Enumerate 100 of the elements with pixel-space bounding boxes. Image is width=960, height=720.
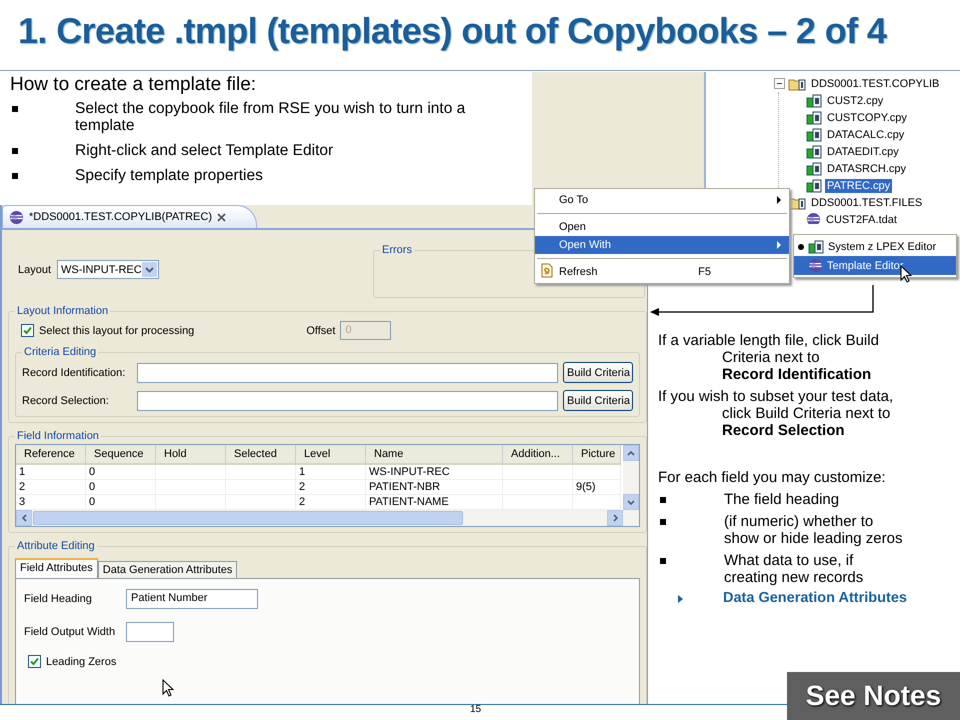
table-cell xyxy=(226,465,296,480)
tab[interactable]: Field Attributes xyxy=(15,558,98,578)
table-cell: 2 xyxy=(16,480,86,495)
scrollbar-thumb[interactable] xyxy=(33,511,463,525)
menu-item[interactable]: Refresh F5 xyxy=(535,263,789,281)
column-header[interactable]: Picture xyxy=(573,445,621,465)
bullet-icon xyxy=(12,173,18,179)
tab[interactable]: Data Generation Attributes xyxy=(98,561,238,578)
table-cell: 2 xyxy=(296,480,366,495)
scroll-right-button[interactable] xyxy=(607,510,623,526)
file-icon xyxy=(808,240,824,254)
tree-item[interactable]: DATASRCH.cpy xyxy=(825,162,908,176)
table-cell: 1 xyxy=(16,465,86,480)
column-header[interactable]: Addition... xyxy=(503,445,573,465)
editor-icon xyxy=(9,210,24,224)
refresh-icon xyxy=(540,263,554,278)
triangle-bullet-icon xyxy=(678,594,683,602)
field-label: Field Heading xyxy=(24,593,93,605)
field-label: Record Identification: xyxy=(22,366,126,378)
build-criteria-button[interactable]: Build Criteria xyxy=(563,390,633,411)
table-cell: 1 xyxy=(296,465,366,480)
checkbox-label: Leading Zeros xyxy=(46,656,116,668)
scroll-up-button[interactable] xyxy=(623,445,639,461)
group-title: Layout Information xyxy=(16,305,110,317)
menu-item[interactable]: Open With xyxy=(535,236,789,254)
folder-icon xyxy=(788,196,806,210)
table-cell xyxy=(573,465,621,480)
folder-icon xyxy=(788,76,806,90)
tree-item[interactable]: DATACALC.cpy xyxy=(825,128,906,142)
tree-item[interactable]: CUST2FA.tdat xyxy=(824,212,899,224)
field-label: Record Selection: xyxy=(22,394,110,406)
close-icon[interactable] xyxy=(216,212,226,222)
tree-item[interactable]: DATAEDIT.cpy xyxy=(825,144,901,158)
bullet-icon xyxy=(660,558,666,564)
field-label: Layout xyxy=(18,264,52,276)
tree-item[interactable]: DDS0001.TEST.COPYLIB xyxy=(809,76,942,90)
slide-title: 1. Create .tmpl (templates) out of Copybooks – 2 of 4 xyxy=(18,10,886,52)
globe-icon xyxy=(808,258,823,273)
column-header[interactable]: Level xyxy=(296,445,366,465)
intro-heading: How to create a template file: xyxy=(10,74,258,96)
bullet-text: Specify template properties xyxy=(75,167,263,184)
scroll-left-button[interactable] xyxy=(16,510,32,526)
menu-item[interactable]: Template Editor xyxy=(794,256,956,275)
menu-item[interactable]: System z LPEX Editor xyxy=(794,237,956,256)
column-header[interactable]: Hold xyxy=(156,445,226,465)
note-text: If a variable length file, click Build Criteria next to Record Identification xyxy=(658,332,880,383)
tree-item[interactable]: CUST2.cpy xyxy=(825,94,886,108)
scroll-down-button[interactable] xyxy=(623,494,639,510)
group-title: Criteria Editing xyxy=(23,346,98,358)
tree-item[interactable]: PATREC.cpy xyxy=(825,178,892,192)
input-field[interactable] xyxy=(137,390,558,410)
editor-tab[interactable]: *DDS0001.TEST.COPYLIB(PATREC) xyxy=(2,205,257,228)
tree-item[interactable]: DDS0001.TEST.FILES xyxy=(809,196,924,210)
sub-bullet-text: Data Generation Attributes xyxy=(723,590,907,607)
tree-item[interactable]: CUSTCOPY.cpy xyxy=(825,110,909,124)
table-cell: 0 xyxy=(86,480,156,495)
tab-title: *DDS0001.TEST.COPYLIB(PATREC) xyxy=(29,211,212,223)
bullet-icon xyxy=(660,519,666,525)
file-icon xyxy=(806,128,822,142)
horizontal-scrollbar[interactable] xyxy=(16,510,639,526)
pointer-cursor-icon xyxy=(162,679,174,697)
table-cell: 0 xyxy=(86,465,156,480)
table-cell: WS-INPUT-REC xyxy=(366,465,503,480)
column-header[interactable]: Reference xyxy=(16,445,86,465)
see-notes-badge: See Notes xyxy=(787,672,960,720)
field-label: Field Output Width xyxy=(24,626,116,638)
column-header[interactable]: Sequence xyxy=(86,445,156,465)
page-number: 15 xyxy=(470,704,482,715)
layout-dropdown[interactable]: WS-INPUT-REC xyxy=(57,260,160,279)
bullet-icon xyxy=(12,106,18,112)
vertical-scrollbar[interactable] xyxy=(623,445,639,510)
table-cell xyxy=(156,465,226,480)
build-criteria-button[interactable]: Build Criteria xyxy=(563,362,633,383)
checkbox[interactable] xyxy=(28,655,41,668)
menu-item[interactable]: Go To xyxy=(535,191,789,209)
menu-item[interactable]: Open xyxy=(535,218,789,236)
bullet-text: What data to use, if creating new records xyxy=(724,552,864,586)
file-icon xyxy=(806,110,822,124)
bullet-text: The field heading xyxy=(724,491,840,508)
collapse-icon[interactable] xyxy=(774,78,785,89)
input-field[interactable] xyxy=(126,622,174,642)
input-field[interactable]: Patient Number xyxy=(126,589,258,609)
note-heading: For each field you may customize: xyxy=(658,469,887,486)
bullet-icon xyxy=(660,497,666,503)
column-header[interactable]: Name xyxy=(366,445,503,465)
input-field[interactable] xyxy=(137,362,558,382)
field-label: Offset xyxy=(306,324,336,336)
note-text: If you wish to subset your test data, click Build Criteria next to Record Selection xyxy=(658,388,894,439)
file-icon xyxy=(806,94,822,108)
table-cell: PATIENT-NBR xyxy=(366,480,503,495)
checkbox-label: Select this layout for processing xyxy=(39,324,194,336)
bullet-text: (if numeric) whether to show or hide leading zeros xyxy=(724,513,902,547)
column-header[interactable]: Selected xyxy=(226,445,296,465)
bullet-text: Right-click and select Template Editor xyxy=(75,142,334,159)
bullet-icon xyxy=(12,148,18,154)
checkbox[interactable] xyxy=(21,324,34,337)
bullet-text: Select the copybook file from RSE you wish to turn into a template xyxy=(75,100,466,134)
group-title: Errors xyxy=(381,244,413,256)
file-icon xyxy=(806,144,822,158)
file-icon xyxy=(806,162,822,176)
